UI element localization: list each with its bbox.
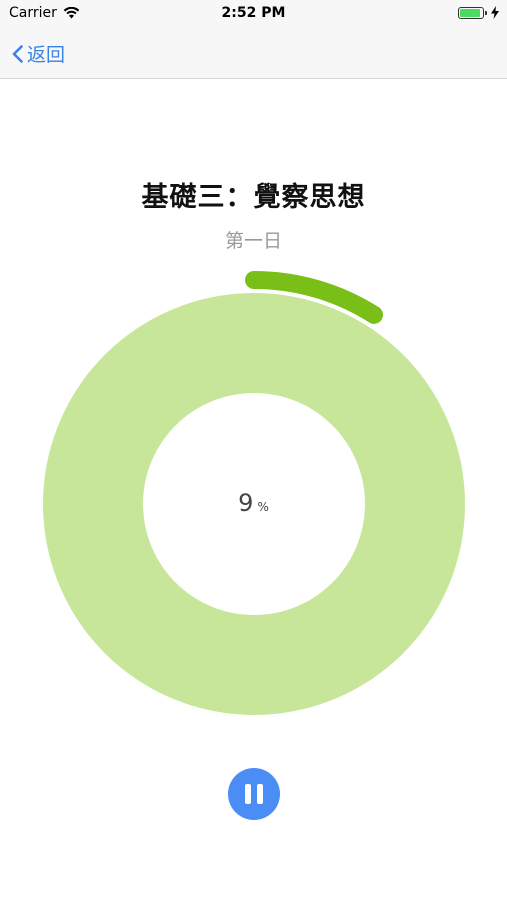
bolt-icon (491, 6, 499, 19)
chevron-left-icon (12, 44, 23, 63)
session-day: 第一日 (224, 230, 282, 252)
percent-value: 9 (238, 489, 254, 517)
session-title: 基礎三：覺察思想 (141, 182, 366, 213)
status-bar: Carrier 2:52 PM (0, 0, 507, 28)
battery-level (460, 8, 480, 17)
progress-arc (245, 271, 384, 324)
navigation-bar: 返回 (0, 28, 507, 79)
pause-icon-bar-left (245, 784, 251, 804)
pause-button[interactable] (228, 768, 280, 820)
status-right (458, 6, 499, 19)
progress-ring (43, 271, 465, 715)
percent-unit: % (257, 500, 269, 514)
back-label: 返回 (27, 44, 66, 66)
battery-icon (458, 6, 487, 19)
progress-percent: 9% (0, 489, 507, 517)
back-button[interactable]: 返回 (12, 40, 65, 67)
status-time: 2:52 PM (221, 5, 286, 21)
pause-icon-bar-right (257, 784, 263, 804)
